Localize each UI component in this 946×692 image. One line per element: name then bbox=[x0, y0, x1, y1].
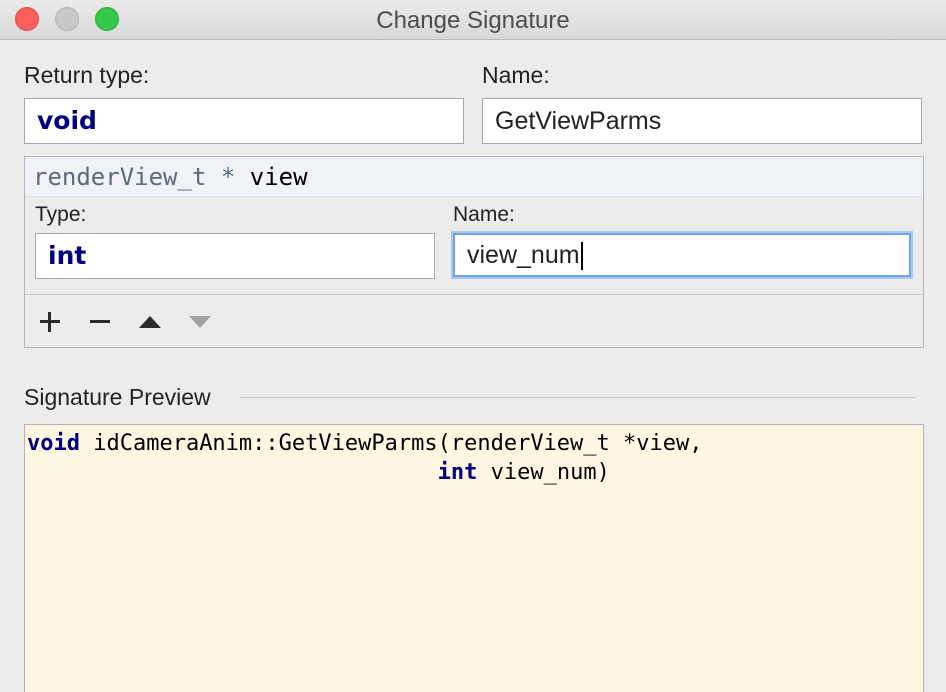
method-name-field[interactable]: GetViewParms bbox=[482, 98, 922, 144]
method-name-value: GetViewParms bbox=[495, 107, 662, 135]
move-up-button[interactable] bbox=[133, 305, 167, 339]
return-type-field[interactable]: void bbox=[24, 98, 464, 144]
minus-icon bbox=[90, 312, 110, 332]
parameter-editor: Type: int Name: view_num bbox=[25, 197, 923, 295]
signature-preview: void idCameraAnim::GetViewParms(renderVi… bbox=[24, 424, 924, 692]
arrow-up-icon bbox=[139, 316, 161, 328]
return-type-label: Return type: bbox=[24, 62, 150, 88]
signature-preview-label: Signature Preview bbox=[24, 384, 223, 411]
move-down-button[interactable] bbox=[183, 305, 217, 339]
return-type-value: void bbox=[37, 106, 97, 135]
arrow-down-icon bbox=[189, 316, 211, 328]
parameter-signature: renderView_t * view bbox=[33, 163, 308, 191]
parameter-type-text: renderView_t * bbox=[33, 163, 236, 191]
parameter-name-label: Name: bbox=[453, 203, 515, 226]
window-title: Change Signature bbox=[376, 7, 570, 34]
preview-line-2: view_num) bbox=[477, 460, 610, 485]
parameters-toolbar bbox=[25, 297, 923, 347]
parameter-type-label: Type: bbox=[35, 203, 87, 226]
method-name-label: Name: bbox=[482, 62, 550, 88]
preview-return-keyword: void bbox=[27, 431, 80, 456]
parameter-type-field[interactable]: int bbox=[35, 233, 435, 279]
parameter-row[interactable]: renderView_t * view bbox=[25, 157, 923, 197]
parameter-name-value: view_num bbox=[467, 241, 580, 269]
separator-line bbox=[240, 397, 916, 398]
title-bar: Change Signature bbox=[0, 0, 946, 40]
add-parameter-button[interactable] bbox=[33, 305, 67, 339]
remove-parameter-button[interactable] bbox=[83, 305, 117, 339]
parameters-panel: renderView_t * view Type: int Name: view… bbox=[24, 156, 924, 348]
change-signature-dialog: Change Signature Return type: void Name:… bbox=[0, 0, 946, 692]
plus-icon bbox=[40, 312, 60, 332]
parameter-name-field[interactable]: view_num bbox=[453, 233, 911, 277]
parameter-type-value: int bbox=[48, 241, 87, 270]
preview-line-1: idCameraAnim::GetViewParms(renderView_t … bbox=[79, 431, 703, 456]
parameter-name-text: view bbox=[249, 163, 308, 191]
preview-param-keyword: int bbox=[437, 460, 478, 485]
preview-line-2-indent bbox=[27, 460, 438, 485]
signature-preview-code: void idCameraAnim::GetViewParms(renderVi… bbox=[27, 429, 703, 487]
text-caret bbox=[580, 242, 583, 271]
